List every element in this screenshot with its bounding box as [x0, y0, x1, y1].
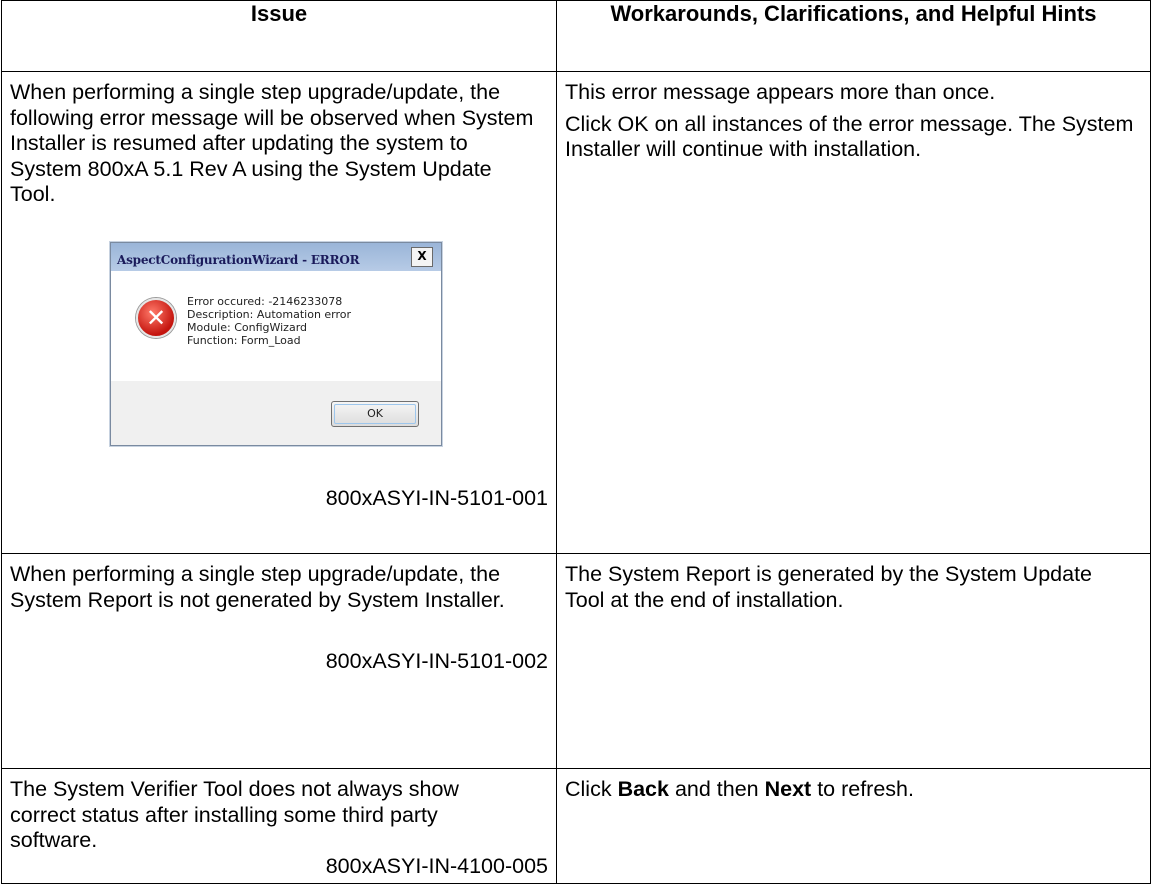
back-keyword: Back	[617, 777, 669, 801]
issue-cell: When performing a single step upgrade/up…	[1, 71, 557, 554]
issue-text: The System Verifier Tool does not always…	[10, 777, 459, 852]
workaround-cell: Click Back and then Next to refresh.	[556, 768, 1151, 884]
error-dialog-screenshot: AspectConfigurationWizard - ERROR X ✕ Er…	[10, 208, 548, 446]
issue-cell: The System Verifier Tool does not always…	[1, 768, 557, 884]
error-x-icon: ✕	[136, 297, 176, 338]
dialog-line: Module: ConfigWizard	[187, 320, 308, 334]
header-workarounds: Workarounds, Clarifications, and Helpful…	[556, 0, 1151, 72]
dialog-line: Error occured: -2146233078	[187, 294, 343, 308]
workaround-prefix: Click	[565, 777, 618, 801]
error-dialog: AspectConfigurationWizard - ERROR X ✕ Er…	[110, 241, 442, 446]
table-row: When performing a single step upgrade/up…	[1, 71, 1151, 554]
table-row: The System Verifier Tool does not always…	[1, 768, 1151, 884]
issue-text: When performing a single step upgrade/up…	[10, 562, 505, 612]
issue-id: 800xASYI-IN-4100-005	[325, 853, 548, 878]
workaround-cell: The System Report is generated by the Sy…	[556, 553, 1151, 769]
dialog-message: Error occured: -2146233078 Description: …	[187, 295, 351, 347]
workaround-text: Click Back and then Next to refresh.	[557, 769, 1150, 809]
table-row: When performing a single step upgrade/up…	[1, 553, 1151, 769]
workaround-text: This error message appears more than onc…	[565, 80, 996, 104]
workaround-suffix: to refresh.	[811, 777, 914, 801]
header-issue: Issue	[1, 0, 557, 72]
dialog-title-bar: AspectConfigurationWizard - ERROR X	[111, 242, 441, 271]
workaround-text: Click OK on all instances of the error m…	[565, 111, 1134, 162]
workaround-mid: and then	[668, 777, 765, 801]
dialog-body: ✕ Error occured: -2146233078 Description…	[111, 270, 441, 381]
issue-text: When performing a single step upgrade/up…	[10, 80, 534, 206]
workaround-text: The System Report is generated by the Sy…	[565, 562, 1093, 612]
issues-table: Issue Workarounds, Clarifications, and H…	[1, 0, 1151, 884]
issue-id: 800xASYI-IN-5101-001	[325, 485, 548, 510]
close-icon[interactable]: X	[411, 246, 433, 267]
issue-id: 800xASYI-IN-5101-002	[325, 649, 548, 673]
issue-cell: When performing a single step upgrade/up…	[1, 553, 557, 769]
dialog-title: AspectConfigurationWizard - ERROR	[117, 252, 360, 267]
ok-button[interactable]: OK	[331, 400, 419, 427]
table-header-row: Issue Workarounds, Clarifications, and H…	[1, 0, 1151, 72]
dialog-line: Description: Automation error	[187, 307, 352, 321]
dialog-line: Function: Form_Load	[187, 333, 301, 347]
workaround-cell: This error message appears more than onc…	[556, 71, 1151, 554]
dialog-footer: OK	[111, 380, 441, 445]
next-keyword: Next	[764, 777, 812, 801]
